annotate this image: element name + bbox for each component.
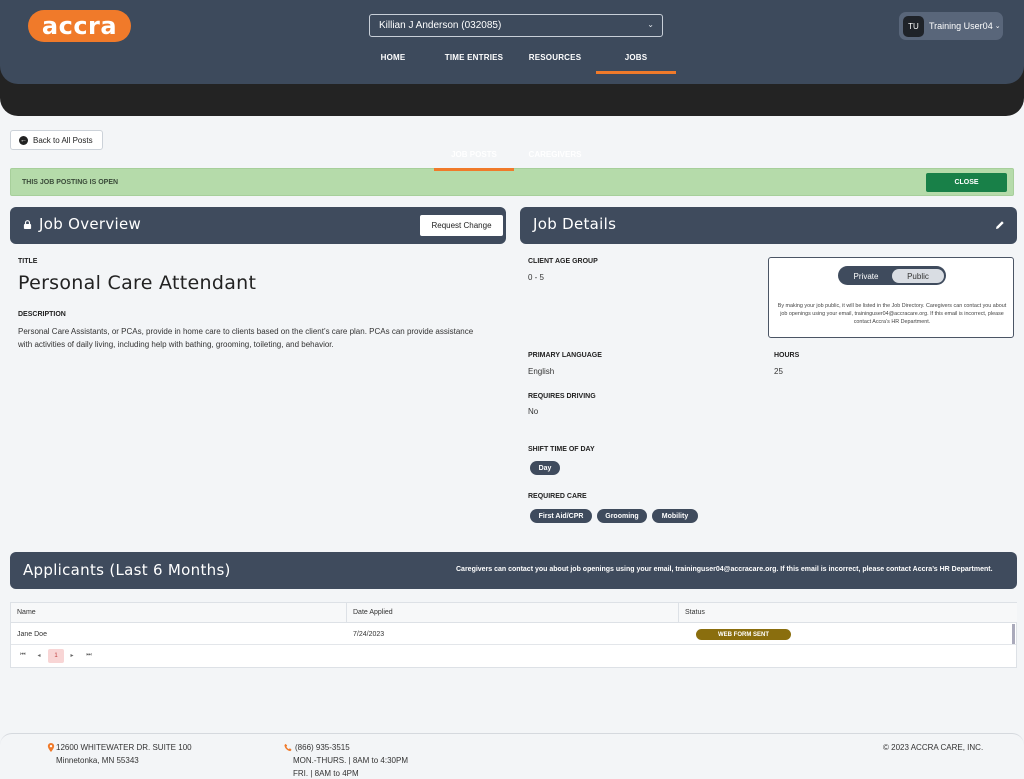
care-pill: First Aid/CPR (530, 509, 592, 523)
column-header-date[interactable]: Date Applied (347, 603, 679, 623)
logo-text: accra (41, 12, 118, 40)
table-scrollbar[interactable] (1012, 624, 1015, 644)
client-select[interactable]: Killian J Anderson (032085) ⌄ (369, 14, 663, 37)
visibility-toggle[interactable]: Private Public (838, 266, 946, 285)
job-details-title: Job Details (533, 215, 617, 233)
user-menu[interactable]: TU Training User04 ⌄ (899, 12, 1003, 40)
visibility-option-public[interactable]: Public (892, 269, 944, 283)
applicant-date: 7/24/2023 (353, 630, 385, 638)
applicants-note: Caregivers can contact you about job ope… (456, 566, 993, 573)
nav-time-entries[interactable]: TIME ENTRIES (440, 53, 508, 73)
primary-language-label: PRIMARY LANGUAGE (528, 352, 602, 359)
primary-language-value: English (528, 367, 555, 376)
last-page-icon[interactable]: ⏭ (83, 652, 95, 659)
posting-status-text: THIS JOB POSTING IS OPEN (22, 179, 119, 186)
chevron-down-icon: ⌄ (994, 23, 1001, 30)
posting-status-banner: THIS JOB POSTING IS OPEN CLOSE (10, 168, 1014, 196)
avatar: TU (903, 15, 924, 37)
phone-icon (284, 743, 292, 752)
footer-address-line1: 12600 WHITEWATER DR. SUITE 100 (56, 743, 192, 752)
current-page[interactable]: 1 (48, 649, 64, 663)
description-label: DESCRIPTION (18, 311, 66, 318)
hours-label: HOURS (774, 352, 800, 359)
job-details-header: Job Details (520, 207, 1017, 244)
applicants-table: Name Date Applied Status Jane Doe 7/24/2… (10, 602, 1017, 668)
visibility-card: Private Public By making your job public… (768, 257, 1014, 338)
applicants-title: Applicants (Last 6 Months) (23, 561, 231, 579)
column-header-name[interactable]: Name (11, 603, 347, 623)
client-age-group-value: 0 - 5 (528, 273, 545, 282)
hours-value: 25 (774, 367, 783, 376)
requires-driving-label: REQUIRES DRIVING (528, 393, 596, 400)
location-pin-icon (47, 743, 55, 752)
lock-icon (23, 220, 32, 229)
arrow-left-icon: ← (19, 135, 28, 145)
user-name: Training User04 (929, 21, 993, 31)
shift-pill: Day (530, 461, 560, 475)
back-to-posts-button[interactable]: ← Back to All Posts (10, 130, 103, 150)
footer-hours-friday: FRI. | 8AM to 4PM (293, 769, 359, 778)
footer-phone[interactable]: (866) 935-3515 (295, 743, 350, 752)
column-header-status[interactable]: Status (679, 603, 1017, 623)
title-label: TITLE (18, 258, 38, 265)
pencil-icon[interactable] (995, 220, 1005, 230)
care-pill: Mobility (652, 509, 698, 523)
client-select-value: Killian J Anderson (032085) (379, 20, 502, 31)
chevron-down-icon: ⌄ (647, 20, 654, 29)
job-overview-header: Job Overview Request Change (10, 207, 506, 244)
required-care-label: REQUIRED CARE (528, 493, 587, 500)
top-header: accra Killian J Anderson (032085) ⌄ TU T… (0, 0, 1024, 84)
applicant-name: Jane Doe (17, 630, 47, 638)
subnav-job-posts[interactable]: JOB POSTS (434, 150, 514, 171)
footer-hours-weekday: MON.-THURS. | 8AM to 4:30PM (293, 756, 408, 765)
request-change-button[interactable]: Request Change (420, 215, 503, 236)
accra-logo[interactable]: accra (28, 10, 131, 42)
requires-driving-value: No (528, 407, 539, 416)
nav-home[interactable]: HOME (370, 53, 416, 73)
close-posting-button[interactable]: CLOSE (926, 173, 1007, 192)
job-title: Personal Care Attendant (18, 272, 257, 294)
copyright-text: 2023 ACCRA CARE, INC. (891, 743, 984, 752)
next-page-icon[interactable]: ▸ (66, 652, 78, 659)
footer-copyright: © 2023 ACCRA CARE, INC. (883, 743, 983, 752)
client-age-group-label: CLIENT AGE GROUP (528, 258, 598, 265)
nav-jobs[interactable]: JOBS (596, 53, 676, 74)
subnav-caregivers[interactable]: CAREGIVERS (518, 150, 592, 170)
visibility-option-private[interactable]: Private (842, 269, 890, 283)
shift-time-label: SHIFT TIME OF DAY (528, 446, 595, 453)
footer-address-line2: Minnetonka, MN 55343 (56, 756, 139, 765)
table-divider (11, 644, 1016, 645)
care-pill: Grooming (597, 509, 647, 523)
first-page-icon[interactable]: ⏮ (17, 652, 29, 659)
footer: 12600 WHITEWATER DR. SUITE 100 Minnetonk… (0, 733, 1024, 779)
nav-resources[interactable]: RESOURCES (525, 53, 585, 73)
visibility-note: By making your job public, it will be li… (777, 303, 1007, 325)
back-label: Back to All Posts (33, 135, 93, 145)
copyright-icon: © (883, 743, 889, 752)
job-description: Personal Care Assistants, or PCAs, provi… (18, 327, 474, 349)
status-badge: WEB FORM SENT (696, 629, 791, 640)
job-overview-title: Job Overview (39, 215, 142, 233)
prev-page-icon[interactable]: ◂ (33, 652, 45, 659)
